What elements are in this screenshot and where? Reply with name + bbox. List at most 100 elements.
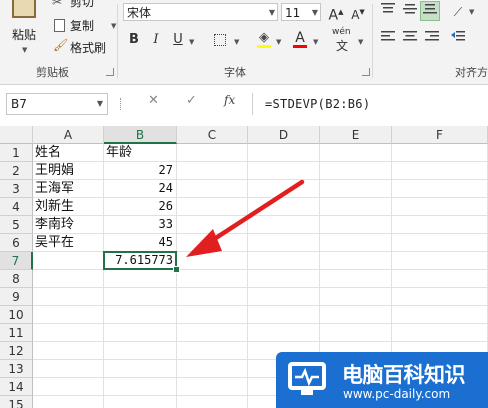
cell-a6[interactable]: 吴平在: [33, 234, 104, 252]
cell-c2[interactable]: [177, 162, 248, 180]
font-color-button[interactable]: A: [290, 28, 310, 48]
cell-c9[interactable]: [177, 288, 248, 306]
cell-d6[interactable]: [248, 234, 320, 252]
fill-color-dropdown-icon[interactable]: ▼: [276, 38, 281, 46]
italic-button[interactable]: I: [146, 30, 166, 50]
cell-b11[interactable]: [104, 324, 177, 342]
cell-b13[interactable]: [104, 360, 177, 378]
cell-b2[interactable]: 27: [104, 162, 177, 180]
enter-icon[interactable]: ✓: [186, 93, 197, 108]
cell-b3[interactable]: 24: [104, 180, 177, 198]
cell-a2[interactable]: 王明娟: [33, 162, 104, 180]
cell-b15[interactable]: [104, 396, 177, 408]
column-header-e[interactable]: E: [320, 126, 392, 144]
cell-a12[interactable]: [33, 342, 104, 360]
cancel-icon[interactable]: ✕: [148, 93, 159, 108]
cell-e4[interactable]: [320, 198, 392, 216]
cell-b9[interactable]: [104, 288, 177, 306]
cell-f7[interactable]: [392, 252, 488, 270]
cell-d7[interactable]: [248, 252, 320, 270]
row-header-5[interactable]: 5: [0, 216, 33, 234]
align-left-button[interactable]: [378, 30, 398, 50]
cell-e10[interactable]: [320, 306, 392, 324]
cell-d9[interactable]: [248, 288, 320, 306]
row-header-2[interactable]: 2: [0, 162, 33, 180]
insert-function-button[interactable]: fx: [224, 93, 235, 107]
cell-a11[interactable]: [33, 324, 104, 342]
font-launcher-icon[interactable]: [362, 68, 370, 76]
fill-color-button[interactable]: ◈: [254, 28, 274, 48]
font-size-dropdown[interactable]: 11 ▼: [281, 3, 321, 21]
fill-handle[interactable]: [173, 266, 180, 273]
cell-e11[interactable]: [320, 324, 392, 342]
cell-a9[interactable]: [33, 288, 104, 306]
cell-a14[interactable]: [33, 378, 104, 396]
copy-button[interactable]: 复制 ▼: [50, 16, 120, 34]
cell-c6[interactable]: [177, 234, 248, 252]
cell-d2[interactable]: [248, 162, 320, 180]
cell-f4[interactable]: [392, 198, 488, 216]
row-header-3[interactable]: 3: [0, 180, 33, 198]
increase-font-button[interactable]: A▲: [326, 2, 346, 24]
cell-a15[interactable]: [33, 396, 104, 408]
cell-a4[interactable]: 刘新生: [33, 198, 104, 216]
column-header-f[interactable]: F: [392, 126, 488, 144]
cell-b5[interactable]: 33: [104, 216, 177, 234]
cell-d10[interactable]: [248, 306, 320, 324]
name-box[interactable]: B7 ▼: [6, 93, 108, 115]
decrease-font-button[interactable]: A▼: [348, 2, 368, 22]
row-header-8[interactable]: 8: [0, 270, 33, 288]
cell-c13[interactable]: [177, 360, 248, 378]
column-header-a[interactable]: A: [33, 126, 104, 144]
cell-b12[interactable]: [104, 342, 177, 360]
cell-a3[interactable]: 王海军: [33, 180, 104, 198]
align-bottom-button[interactable]: [420, 1, 440, 21]
font-color-dropdown-icon[interactable]: ▼: [313, 38, 318, 46]
decrease-indent-button[interactable]: [448, 30, 468, 50]
row-header-6[interactable]: 6: [0, 234, 33, 252]
borders-dropdown-icon[interactable]: ▼: [234, 38, 239, 46]
cell-e2[interactable]: [320, 162, 392, 180]
bold-button[interactable]: B: [124, 30, 144, 50]
cell-f11[interactable]: [392, 324, 488, 342]
cell-c15[interactable]: [177, 396, 248, 408]
cell-c3[interactable]: [177, 180, 248, 198]
row-header-14[interactable]: 14: [0, 378, 33, 396]
underline-button[interactable]: U: [168, 30, 188, 50]
cell-a7[interactable]: [33, 252, 104, 270]
cell-c8[interactable]: [177, 270, 248, 288]
cell-e1[interactable]: [320, 144, 392, 162]
column-header-c[interactable]: C: [177, 126, 248, 144]
align-middle-button[interactable]: [400, 2, 420, 22]
cell-c10[interactable]: [177, 306, 248, 324]
cell-d11[interactable]: [248, 324, 320, 342]
cell-b1[interactable]: 年龄: [104, 144, 177, 162]
row-header-15[interactable]: 15: [0, 396, 33, 408]
align-top-button[interactable]: [378, 2, 398, 22]
cell-e8[interactable]: [320, 270, 392, 288]
cell-c5[interactable]: [177, 216, 248, 234]
cell-e5[interactable]: [320, 216, 392, 234]
cell-c11[interactable]: [177, 324, 248, 342]
cell-b14[interactable]: [104, 378, 177, 396]
cell-c7[interactable]: [177, 252, 248, 270]
cell-a5[interactable]: 李南玲: [33, 216, 104, 234]
paste-button[interactable]: 粘贴 ▼: [6, 0, 44, 58]
cell-c1[interactable]: [177, 144, 248, 162]
cell-f10[interactable]: [392, 306, 488, 324]
cell-b4[interactable]: 26: [104, 198, 177, 216]
format-painter-button[interactable]: 🖌 格式刷: [50, 38, 120, 56]
cell-e6[interactable]: [320, 234, 392, 252]
formula-input[interactable]: =STDEVP(B2:B6): [265, 93, 370, 115]
cut-button[interactable]: ✂ 剪切: [50, 0, 110, 14]
column-header-d[interactable]: D: [248, 126, 320, 144]
cell-a10[interactable]: [33, 306, 104, 324]
underline-dropdown-icon[interactable]: ▼: [189, 38, 194, 46]
cell-d1[interactable]: [248, 144, 320, 162]
cell-b6[interactable]: 45: [104, 234, 177, 252]
cell-a8[interactable]: [33, 270, 104, 288]
cell-f6[interactable]: [392, 234, 488, 252]
cell-d8[interactable]: [248, 270, 320, 288]
cell-f9[interactable]: [392, 288, 488, 306]
row-header-7[interactable]: 7: [0, 252, 33, 270]
